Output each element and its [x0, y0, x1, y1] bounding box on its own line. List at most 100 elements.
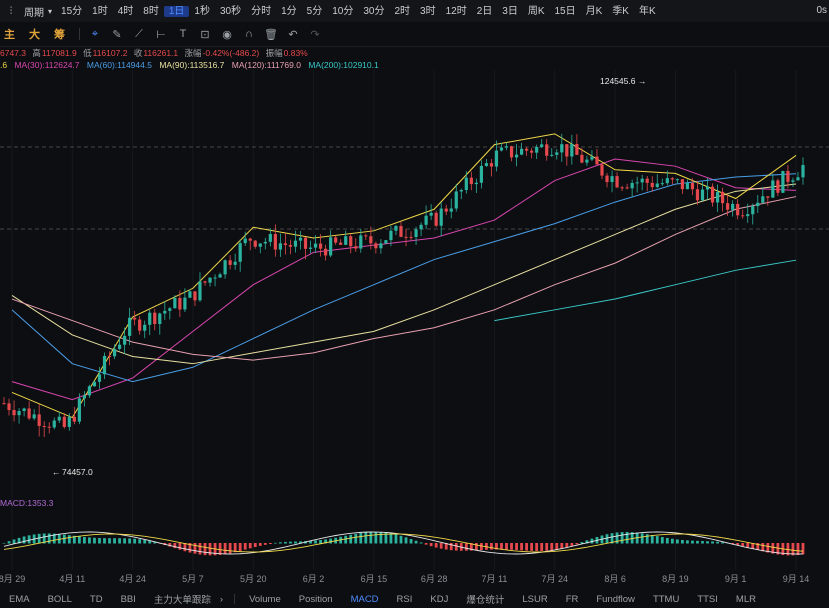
text-icon[interactable]: T [172, 28, 194, 40]
timeframe-14[interactable]: 12时 [441, 6, 472, 17]
candle-body [580, 154, 584, 163]
tab-divider [234, 594, 236, 604]
x-tick-label: 6月 2 [303, 574, 325, 584]
macd-bar [83, 536, 86, 544]
indicator-icon[interactable]: ⫶ [4, 6, 18, 17]
chevron-down-icon[interactable]: ▾ [48, 7, 52, 16]
pencil-icon[interactable]: ✎ [106, 28, 128, 41]
candle-body [223, 260, 227, 275]
tab-6[interactable]: Position [290, 594, 342, 605]
big-order-toggle[interactable]: 大 [29, 26, 40, 42]
candle-body [600, 164, 604, 176]
timeframe-8[interactable]: 1分 [276, 6, 302, 17]
magnet-icon[interactable]: ∩ [238, 28, 260, 40]
macd-bar [113, 538, 116, 544]
tab-9[interactable]: KDJ [421, 594, 457, 605]
period-selector[interactable]: 周期 [20, 4, 48, 19]
timeframe-16[interactable]: 3日 [497, 6, 523, 17]
macd-bar [505, 543, 508, 550]
timeframe-5[interactable]: 1秒 [189, 6, 215, 17]
tab-10[interactable]: 爆仓统计 [457, 592, 513, 606]
candlestick-series [2, 133, 805, 438]
arrow-right-icon: → [638, 76, 647, 86]
tab-2[interactable]: TD [81, 594, 112, 605]
timeframe-1[interactable]: 1时 [87, 6, 113, 17]
tab-1[interactable]: BOLL [39, 594, 81, 605]
candle-body [464, 177, 468, 190]
timeframe-0[interactable]: 15分 [56, 6, 87, 17]
undo-icon[interactable]: ↶ [282, 28, 304, 41]
chip-distribution-toggle[interactable]: 筹 [54, 26, 65, 42]
main-chart-toggle[interactable]: 主 [4, 26, 15, 42]
tab-14[interactable]: TTMU [644, 594, 688, 605]
timeframe-12[interactable]: 2时 [389, 6, 415, 17]
timeframe-6[interactable]: 30秒 [215, 6, 246, 17]
tab-12[interactable]: FR [557, 594, 588, 605]
tab-0[interactable]: EMA [0, 594, 39, 605]
candle-body [555, 152, 559, 155]
candle-body [42, 425, 46, 427]
macd-bar [263, 543, 267, 545]
tab-7[interactable]: MACD [342, 594, 388, 605]
macd-bar [7, 541, 11, 544]
candle-body [519, 148, 524, 155]
ruler-icon[interactable]: ⟋ [128, 28, 150, 41]
tab-11[interactable]: LSUR [513, 594, 556, 605]
timeframe-19[interactable]: 月K [581, 6, 608, 17]
price-chart[interactable]: 124545.6 → ← 74457.0 8月 29 4月 11 4月 24 5月 7… [0, 70, 829, 590]
candle-body [143, 324, 147, 331]
candle-body [374, 243, 378, 249]
ma30-value: MA(30):112624.7 [14, 60, 80, 70]
macd-panel [2, 531, 805, 556]
macd-bar [123, 538, 127, 544]
macd-bar [500, 543, 503, 550]
timeframe-17[interactable]: 周K [523, 6, 550, 17]
redo-icon[interactable]: ↷ [304, 28, 326, 41]
candle-body [499, 147, 504, 151]
timeframe-20[interactable]: 季K [607, 6, 634, 17]
measure-icon[interactable]: ⊢ [150, 28, 172, 41]
timeframe-11[interactable]: 30分 [358, 6, 389, 17]
tab-4[interactable]: 主力大单跟踪 [145, 592, 220, 606]
x-tick-label: 8月 29 [0, 574, 25, 584]
tab-13[interactable]: Fundflow [587, 594, 644, 605]
candle-body [444, 208, 448, 212]
candle-body [27, 408, 31, 419]
candle-body [695, 189, 700, 201]
timeframe-9[interactable]: 5分 [302, 6, 328, 17]
chevron-right-icon[interactable]: › [220, 594, 223, 605]
candle-body [97, 374, 102, 382]
macd-bar [655, 536, 659, 544]
tab-3[interactable]: BBI [112, 594, 145, 605]
candle-body [168, 308, 172, 311]
tab-15[interactable]: TTSI [688, 594, 727, 605]
timeframe-3[interactable]: 8时 [138, 6, 164, 17]
candle-body [570, 143, 574, 157]
candle-body [318, 243, 323, 249]
cursor-icon[interactable]: ⌖ [84, 28, 106, 41]
timeframe-21[interactable]: 年K [634, 6, 661, 17]
macd-bar [424, 543, 428, 545]
timeframe-18[interactable]: 15日 [550, 6, 581, 17]
candle-body [761, 196, 765, 203]
timeframe-4[interactable]: 1日 [163, 5, 190, 17]
candle-body [278, 243, 282, 250]
timeframe-7[interactable]: 分时 [246, 6, 276, 17]
macd-bar [273, 542, 277, 544]
candle-body [308, 247, 313, 249]
timeframe-13[interactable]: 3时 [415, 6, 441, 17]
lock-icon[interactable]: ⊡ [194, 28, 216, 41]
candle-body [454, 191, 458, 209]
tab-16[interactable]: MLR [727, 594, 765, 605]
timeframe-15[interactable]: 2日 [472, 6, 498, 17]
toolbar-divider [79, 28, 80, 40]
candle-body [545, 144, 549, 156]
candle-body [771, 180, 775, 198]
timeframe-2[interactable]: 4时 [113, 6, 139, 17]
timeframe-10[interactable]: 10分 [327, 6, 358, 17]
tab-8[interactable]: RSI [388, 594, 422, 605]
candle-body [756, 202, 760, 207]
eye-icon[interactable]: ◉ [216, 28, 238, 41]
trash-icon[interactable]: 🗑 [260, 28, 282, 41]
tab-5[interactable]: Volume [240, 594, 290, 605]
